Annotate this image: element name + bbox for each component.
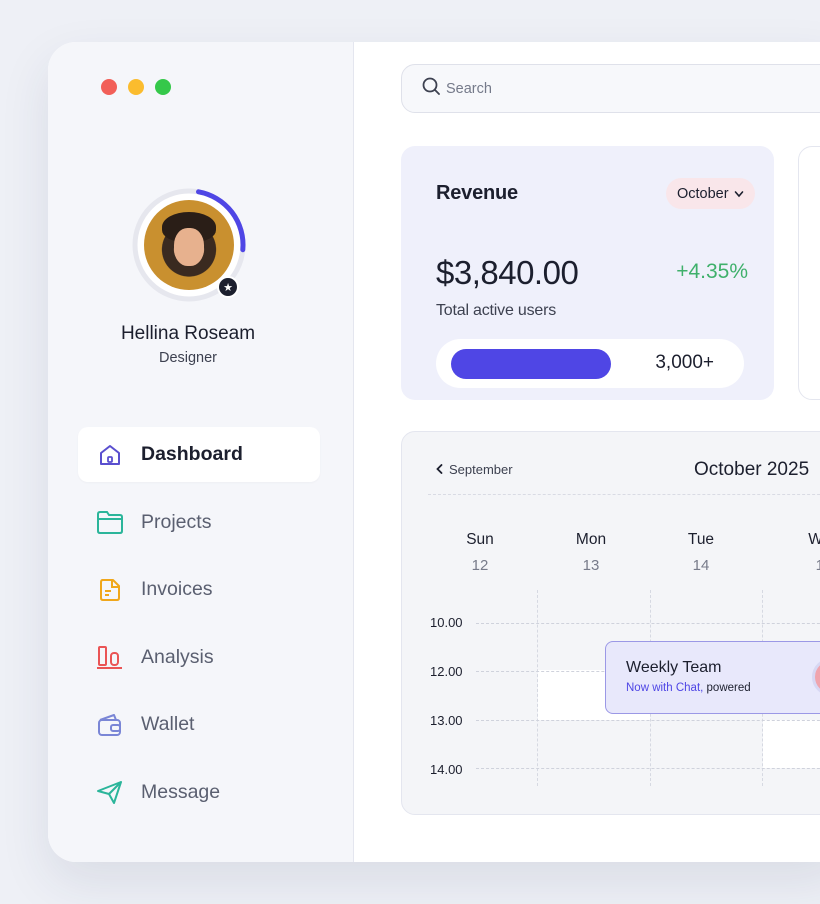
revenue-card: Revenue October $3,840.00 +4.35% Total a… bbox=[401, 146, 774, 400]
secondary-card bbox=[798, 146, 820, 400]
sidebar-item-label: Invoices bbox=[141, 578, 213, 600]
time-label: 13.00 bbox=[430, 713, 463, 728]
minimize-window-button[interactable] bbox=[128, 79, 144, 95]
window-controls bbox=[101, 79, 171, 95]
main-content: Search Revenue October $3,840.00 +4.35% … bbox=[354, 42, 820, 862]
calendar-panel: September October 2025 Sun 12 Mon 13 Tue… bbox=[401, 431, 820, 815]
search-icon bbox=[422, 77, 440, 100]
day-column-header[interactable]: Wed 15 bbox=[794, 531, 820, 574]
sidebar: ★ Hellina Roseam Designer Dashboard Proj… bbox=[48, 42, 354, 862]
sidebar-item-label: Analysis bbox=[141, 645, 214, 668]
search-input[interactable]: Search bbox=[401, 64, 820, 113]
profile-avatar[interactable]: ★ bbox=[130, 186, 248, 304]
sidebar-item-label: Projects bbox=[141, 510, 212, 533]
sidebar-item-invoices[interactable]: Invoices bbox=[78, 562, 320, 617]
day-column-header[interactable]: Sun 12 bbox=[450, 531, 510, 574]
revenue-subtitle: Total active users bbox=[436, 302, 557, 319]
app-window: ★ Hellina Roseam Designer Dashboard Proj… bbox=[48, 42, 820, 862]
chevron-left-icon bbox=[436, 462, 443, 477]
wallet-icon bbox=[96, 711, 124, 739]
day-column-header[interactable]: Tue 14 bbox=[671, 531, 731, 574]
document-icon bbox=[96, 576, 124, 604]
time-label: 12.00 bbox=[430, 664, 463, 679]
day-column-header[interactable]: Mon 13 bbox=[561, 531, 621, 574]
folder-icon bbox=[96, 508, 124, 536]
revenue-change: +4.35% bbox=[676, 260, 748, 283]
sidebar-nav: Dashboard Projects Invoices Analysis Wal… bbox=[78, 427, 320, 832]
time-label: 14.00 bbox=[430, 762, 463, 777]
bar-chart-icon bbox=[96, 643, 124, 671]
sidebar-item-analysis[interactable]: Analysis bbox=[78, 630, 320, 685]
profile-name: Hellina Roseam bbox=[120, 323, 256, 344]
month-dropdown[interactable]: October bbox=[666, 178, 755, 209]
calendar-title: October 2025 bbox=[694, 459, 810, 480]
active-users-progress bbox=[451, 349, 611, 379]
time-label: 10.00 bbox=[430, 615, 463, 630]
revenue-title: Revenue bbox=[436, 182, 518, 204]
sidebar-item-wallet[interactable]: Wallet bbox=[78, 697, 320, 752]
active-users-bar: 3,000+ bbox=[436, 339, 744, 388]
sidebar-item-message[interactable]: Message bbox=[78, 765, 320, 820]
avatar bbox=[144, 200, 234, 290]
send-icon bbox=[96, 778, 124, 806]
revenue-amount: $3,840.00 bbox=[436, 254, 579, 291]
close-window-button[interactable] bbox=[101, 79, 117, 95]
avatar bbox=[812, 658, 820, 696]
event-title: Weekly Team bbox=[626, 659, 722, 676]
profile-role: Designer bbox=[158, 350, 218, 366]
calendar-event[interactable]: Weekly Team Now with Chat, powered bbox=[605, 641, 820, 714]
maximize-window-button[interactable] bbox=[155, 79, 171, 95]
previous-month-button[interactable]: September bbox=[428, 454, 521, 484]
sidebar-item-projects[interactable]: Projects bbox=[78, 495, 320, 550]
sidebar-item-label: Dashboard bbox=[141, 443, 243, 465]
sidebar-item-label: Message bbox=[141, 780, 221, 803]
sidebar-item-dashboard[interactable]: Dashboard bbox=[78, 427, 320, 482]
search-placeholder: Search bbox=[446, 80, 492, 97]
sidebar-item-label: Wallet bbox=[141, 713, 195, 735]
active-users-label: 3,000+ bbox=[655, 352, 714, 373]
home-icon bbox=[96, 441, 124, 469]
star-icon: ★ bbox=[217, 276, 239, 298]
event-description: Now with Chat, powered bbox=[626, 682, 751, 694]
chevron-down-icon bbox=[734, 186, 744, 202]
